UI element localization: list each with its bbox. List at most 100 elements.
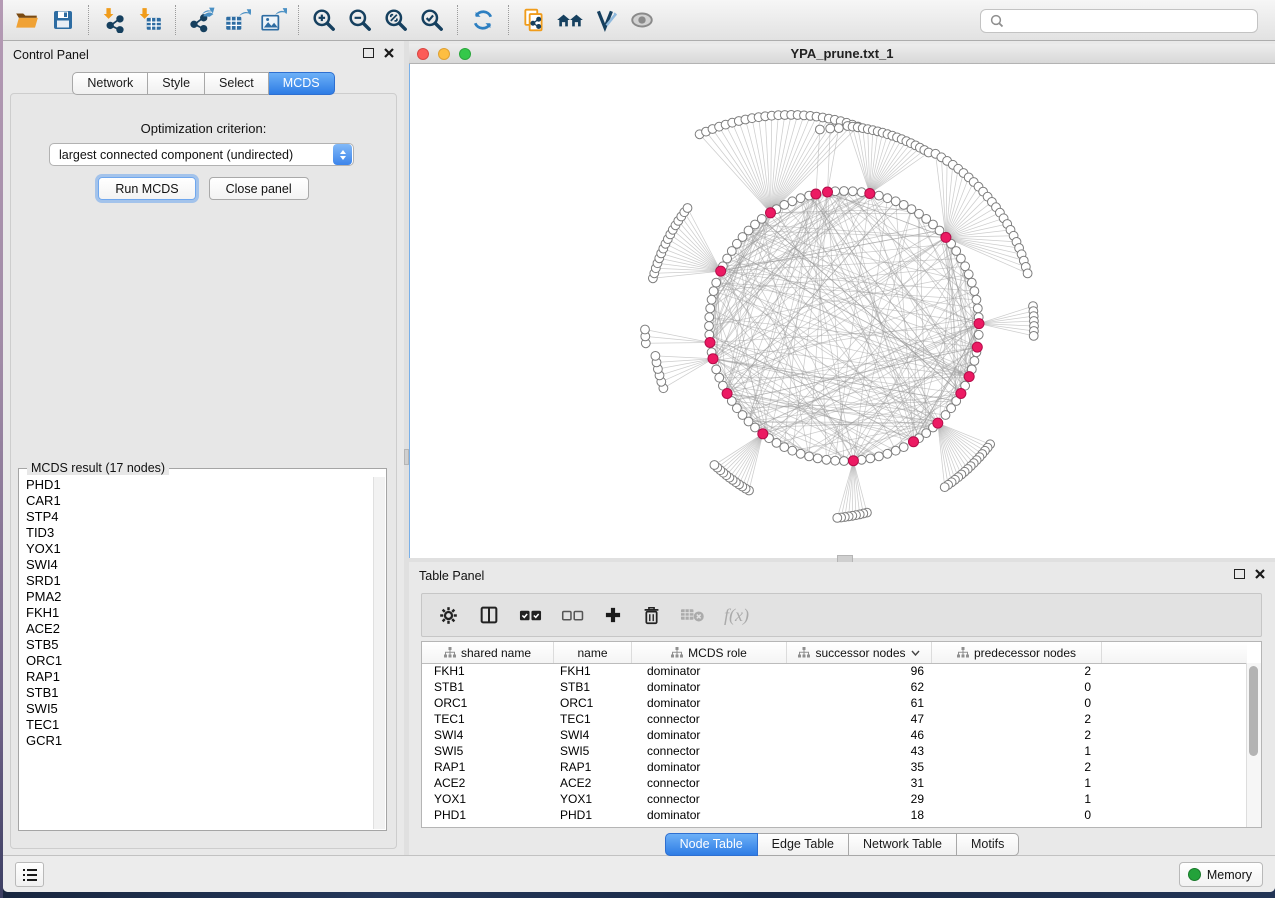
mcds-result-item[interactable]: ORC1: [20, 653, 374, 669]
mcds-result-item[interactable]: PMA2: [20, 589, 374, 605]
delete-table-icon-disabled: [680, 607, 705, 623]
search-input[interactable]: [1007, 13, 1257, 29]
mcds-result-scrollbar[interactable]: [373, 477, 385, 829]
mcds-result-item[interactable]: TEC1: [20, 717, 374, 733]
task-history-button[interactable]: [15, 862, 44, 887]
mcds-result-item[interactable]: SWI4: [20, 557, 374, 573]
tab-motifs[interactable]: Motifs: [957, 833, 1019, 856]
add-row-icon[interactable]: [603, 605, 623, 625]
mcds-result-item[interactable]: STB5: [20, 637, 374, 653]
tab-network-table[interactable]: Network Table: [849, 833, 957, 856]
criterion-dropdown[interactable]: largest connected component (undirected): [49, 143, 354, 166]
toolbar-separator: [457, 5, 458, 35]
table-row[interactable]: ACE2ACE2connector311: [422, 775, 1247, 791]
import-network-icon[interactable]: [96, 3, 132, 37]
column-header-shared-name[interactable]: shared name: [422, 642, 554, 663]
table-scrollbar-thumb[interactable]: [1249, 666, 1258, 756]
mcds-result-item[interactable]: RAP1: [20, 669, 374, 685]
cell-predecessor-nodes: 0: [932, 696, 1102, 710]
deselect-all-icon[interactable]: [561, 608, 584, 623]
mcds-result-item[interactable]: SRD1: [20, 573, 374, 589]
column-header-successor-nodes[interactable]: successor nodes: [787, 642, 932, 663]
float-panel-icon[interactable]: [363, 48, 374, 58]
mcds-result-item[interactable]: SWI5: [20, 701, 374, 717]
close-panel-button[interactable]: Close panel: [209, 177, 309, 200]
vizmapper-icon[interactable]: [588, 3, 624, 37]
refresh-icon[interactable]: [465, 3, 501, 37]
import-table-icon[interactable]: [132, 3, 168, 37]
export-image-icon[interactable]: [255, 3, 291, 37]
table-row[interactable]: STB1STB1dominator620: [422, 679, 1247, 695]
column-header-label: successor nodes: [815, 646, 905, 660]
column-header-name[interactable]: name: [554, 642, 632, 663]
show-columns-icon[interactable]: [478, 604, 500, 626]
mcds-result-item[interactable]: STB1: [20, 685, 374, 701]
cell-successor-nodes: 35: [787, 760, 932, 774]
cell-shared-name: RAP1: [422, 760, 554, 774]
cell-name: FKH1: [554, 664, 632, 678]
close-panel-icon[interactable]: [1255, 569, 1265, 579]
save-session-icon[interactable]: [45, 3, 81, 37]
select-all-icon[interactable]: [519, 608, 542, 623]
column-settings-gear-icon[interactable]: [438, 605, 459, 626]
tab-network[interactable]: Network: [72, 72, 148, 95]
cell-successor-nodes: 43: [787, 744, 932, 758]
tab-style[interactable]: Style: [148, 72, 205, 95]
share-network-icon[interactable]: [516, 3, 552, 37]
network-canvas[interactable]: [409, 64, 1275, 558]
mcds-result-item[interactable]: CAR1: [20, 493, 374, 509]
table-row[interactable]: TEC1TEC1connector472: [422, 711, 1247, 727]
mcds-result-item[interactable]: STP4: [20, 509, 374, 525]
cell-MCDS-role: dominator: [632, 728, 787, 742]
table-row[interactable]: SWI4SWI4dominator462: [422, 727, 1247, 743]
criterion-value: largest connected component (undirected): [50, 148, 333, 162]
mcds-result-item[interactable]: GCR1: [20, 733, 374, 749]
table-scrollbar[interactable]: [1246, 663, 1261, 827]
mcds-result-item[interactable]: TID3: [20, 525, 374, 541]
mcds-result-item[interactable]: FKH1: [20, 605, 374, 621]
export-table-icon[interactable]: [219, 3, 255, 37]
close-panel-icon[interactable]: [384, 48, 394, 58]
run-mcds-button[interactable]: Run MCDS: [98, 177, 195, 200]
zoom-in-icon[interactable]: [306, 3, 342, 37]
column-namespace-icon: [957, 647, 969, 658]
tab-select[interactable]: Select: [205, 72, 269, 95]
memory-button[interactable]: Memory: [1179, 862, 1263, 887]
table-body: FKH1FKH1dominator962STB1STB1dominator620…: [422, 663, 1247, 827]
zoom-out-icon[interactable]: [342, 3, 378, 37]
delete-row-trash-icon[interactable]: [642, 605, 661, 626]
table-row[interactable]: YOX1YOX1connector291: [422, 791, 1247, 807]
mcds-result-item[interactable]: PHD1: [20, 477, 374, 493]
network-window-title: YPA_prune.txt_1: [409, 46, 1275, 61]
node-table: shared name nameMCDS role successor nodes p…: [421, 641, 1262, 828]
export-network-icon[interactable]: [183, 3, 219, 37]
network-window-titlebar[interactable]: YPA_prune.txt_1: [409, 44, 1275, 64]
table-row[interactable]: ORC1ORC1dominator610: [422, 695, 1247, 711]
first-neighbors-icon[interactable]: [552, 3, 588, 37]
column-header-MCDS-role[interactable]: MCDS role: [632, 642, 787, 663]
tab-node-table[interactable]: Node Table: [665, 833, 758, 856]
float-panel-icon[interactable]: [1234, 569, 1245, 579]
table-row[interactable]: PHD1PHD1dominator180: [422, 807, 1247, 823]
cell-predecessor-nodes: 2: [932, 728, 1102, 742]
show-hide-panel-icon[interactable]: [624, 3, 660, 37]
tab-edge-table[interactable]: Edge Table: [758, 833, 849, 856]
table-row[interactable]: SWI5SWI5connector431: [422, 743, 1247, 759]
cell-MCDS-role: connector: [632, 712, 787, 726]
table-row[interactable]: FKH1FKH1dominator962: [422, 663, 1247, 679]
cell-shared-name: SWI5: [422, 744, 554, 758]
column-header-predecessor-nodes[interactable]: predecessor nodes: [932, 642, 1102, 663]
mcds-result-item[interactable]: ACE2: [20, 621, 374, 637]
column-header-label: shared name: [461, 646, 531, 660]
tab-mcds[interactable]: MCDS: [269, 72, 335, 95]
search-icon: [987, 13, 1007, 29]
cell-predecessor-nodes: 1: [932, 744, 1102, 758]
mcds-result-item[interactable]: YOX1: [20, 541, 374, 557]
cell-name: PHD1: [554, 808, 632, 822]
mcds-result-box: MCDS result (17 nodes) PHD1CAR1STP4TID3Y…: [18, 468, 387, 831]
zoom-fit-icon[interactable]: [378, 3, 414, 37]
open-session-icon[interactable]: [9, 3, 45, 37]
zoom-selected-icon[interactable]: [414, 3, 450, 37]
control-panel-tab-bar: Network Style Select MCDS: [3, 72, 404, 95]
table-row[interactable]: RAP1RAP1dominator352: [422, 759, 1247, 775]
